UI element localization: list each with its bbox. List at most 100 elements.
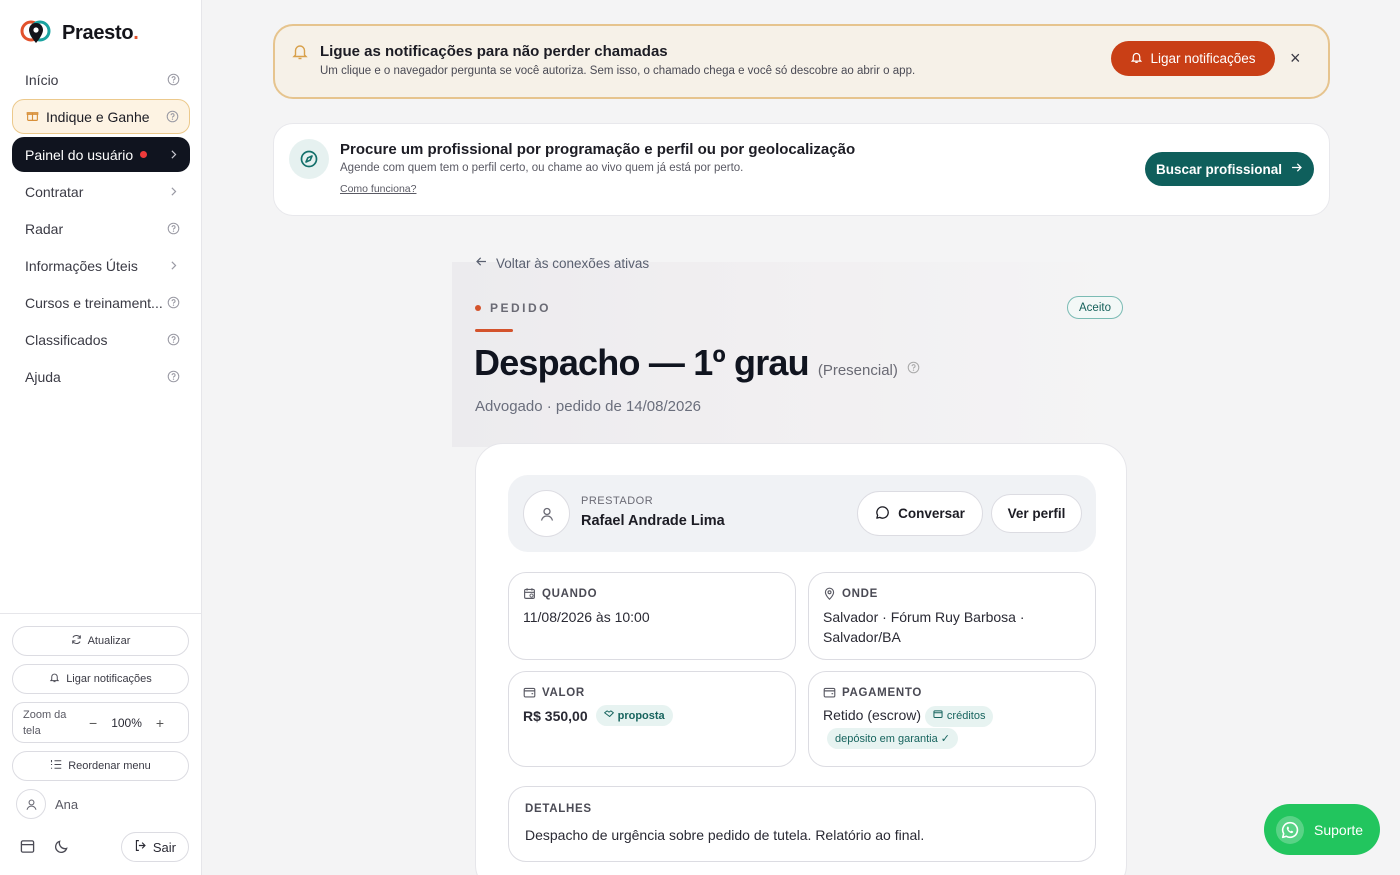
sidebar-item-radar[interactable]: Radar xyxy=(12,211,190,246)
logout-button[interactable]: Sair xyxy=(120,832,189,862)
chat-label: Conversar xyxy=(898,506,965,521)
details-box: DETALHES Despacho de urgência sobre pedi… xyxy=(508,786,1096,862)
sidebar-item-painel-do-usuario[interactable]: Painel do usuário xyxy=(12,137,190,172)
provider-panel: PRESTADOR Rafael Andrade Lima Conversar … xyxy=(508,475,1096,552)
notifications-label: Ligar notificações xyxy=(66,673,152,685)
sidebar-item-contratar[interactable]: Contratar xyxy=(12,174,190,209)
wallet-icon xyxy=(823,686,836,699)
sidebar-item-ajuda[interactable]: Ajuda xyxy=(12,359,190,394)
enable-notifications-label: Ligar notificações xyxy=(1150,51,1256,66)
sidebar-bottom: Atualizar Ligar notificações Zoom da tel… xyxy=(0,613,201,819)
bell-icon xyxy=(292,43,308,65)
sidebar-item-cursos[interactable]: Cursos e treinament... xyxy=(12,285,190,320)
search-banner-text: Agende com quem tem o perfil certo, ou c… xyxy=(340,162,744,174)
refresh-label: Atualizar xyxy=(87,635,131,647)
chat-button[interactable]: Conversar xyxy=(857,491,983,536)
eyebrow-dot xyxy=(475,305,481,311)
credits-tag-label: créditos xyxy=(946,710,986,723)
close-icon[interactable]: × xyxy=(1290,49,1301,67)
where-box: ONDE Salvador · Fórum Ruy Barbosa · Salv… xyxy=(808,572,1096,660)
zoom-out-button[interactable]: − xyxy=(89,715,97,731)
sidebar-item-label: Informações Úteis xyxy=(25,257,138,274)
sidebar-footer: Sair xyxy=(0,830,201,864)
sidebar-item-label: Ajuda xyxy=(25,368,61,385)
support-button[interactable]: Suporte xyxy=(1264,804,1380,855)
zoom-label: Zoom da tela xyxy=(23,708,67,737)
back-link[interactable]: Voltar às conexões ativas xyxy=(475,255,649,271)
chevron-right-icon xyxy=(167,185,180,198)
sidebar-item-label: Classificados xyxy=(25,331,108,348)
arrow-right-icon xyxy=(1290,161,1303,177)
eyebrow-underline xyxy=(475,329,513,332)
sidebar-item-classificados[interactable]: Classificados xyxy=(12,322,190,357)
notification-title: Ligue as notificações para não perder ch… xyxy=(320,43,668,60)
help-icon[interactable] xyxy=(166,110,179,123)
sidebar-nav: Início Indique e Ganhe Painel do usuário… xyxy=(12,62,190,396)
sidebar-item-label: Contratar xyxy=(25,183,84,200)
help-icon[interactable] xyxy=(167,296,180,309)
sidebar-item-inicio[interactable]: Início xyxy=(12,62,190,97)
bell-icon xyxy=(1130,51,1143,67)
whatsapp-icon xyxy=(1276,815,1304,844)
calendar-icon xyxy=(523,587,536,600)
payment-value: Retido (escrow) xyxy=(823,707,922,723)
sidebar-item-indique-e-ganhe[interactable]: Indique e Ganhe xyxy=(12,99,190,134)
zoom-control: Zoom da tela − 100% + xyxy=(12,702,189,743)
provider-name: Rafael Andrade Lima xyxy=(581,513,725,529)
where-value-line1: Salvador · Fórum Ruy Barbosa · xyxy=(823,609,1025,625)
value-label: VALOR xyxy=(542,686,585,699)
sidebar-item-informacoes-uteis[interactable]: Informações Úteis xyxy=(12,248,190,283)
help-icon[interactable] xyxy=(167,222,180,235)
payment-label: PAGAMENTO xyxy=(842,686,922,699)
details-label: DETALHES xyxy=(525,803,592,815)
wallet-icon xyxy=(933,706,943,726)
refresh-icon xyxy=(71,634,82,648)
escrow-tag: depósito em garantia ✓ xyxy=(827,728,959,749)
reorder-menu-button[interactable]: Reordenar menu xyxy=(12,751,189,781)
wallet-icon xyxy=(523,686,536,699)
help-icon[interactable] xyxy=(167,73,180,86)
layout-panel-icon[interactable] xyxy=(20,839,36,855)
status-badge: Aceito xyxy=(1067,296,1123,319)
search-professional-label: Buscar profissional xyxy=(1155,161,1283,177)
praesto-logo-icon xyxy=(20,20,51,43)
how-it-works-link[interactable]: Como funciona? xyxy=(340,183,416,195)
enable-notifications-button[interactable]: Ligar notificações xyxy=(12,664,189,694)
search-banner-title: Procure um profissional por programação … xyxy=(340,141,856,158)
refresh-button[interactable]: Atualizar xyxy=(12,626,189,656)
map-pin-icon xyxy=(823,587,836,600)
help-icon[interactable] xyxy=(167,370,180,383)
help-icon[interactable] xyxy=(167,333,180,346)
gift-icon xyxy=(26,109,39,125)
when-label: QUANDO xyxy=(542,587,598,600)
sidebar-item-label: Indique e Ganhe xyxy=(46,108,150,125)
search-professional-button[interactable]: Buscar profissional xyxy=(1145,152,1314,186)
zoom-in-button[interactable]: + xyxy=(156,715,164,731)
value-amount: R$ 350,00 xyxy=(523,707,588,724)
user-profile[interactable]: Ana xyxy=(16,789,185,819)
brand-logo[interactable]: Praesto. xyxy=(20,19,139,47)
notification-dot xyxy=(140,151,148,158)
details-text: Despacho de urgência sobre pedido de tut… xyxy=(525,827,925,843)
sidebar-item-label: Início xyxy=(25,71,59,88)
chevron-right-icon xyxy=(167,148,180,161)
brand-name: Praesto xyxy=(62,21,134,44)
enable-notifications-cta[interactable]: Ligar notificações xyxy=(1111,41,1275,76)
chevron-right-icon xyxy=(167,259,180,272)
handshake-icon xyxy=(603,706,614,726)
view-profile-button[interactable]: Ver perfil xyxy=(991,494,1082,533)
eyebrow-label: PEDIDO xyxy=(490,301,552,315)
order-title-row: Despacho — 1º grau (Presencial) xyxy=(474,342,920,384)
user-icon xyxy=(16,789,46,819)
help-icon[interactable] xyxy=(907,361,920,374)
where-value-line2: Salvador/BA xyxy=(823,629,901,645)
reorder-label: Reordenar menu xyxy=(68,760,151,772)
user-name: Ana xyxy=(55,796,79,812)
support-label: Suporte xyxy=(1314,821,1364,838)
page-title: Despacho — 1º grau xyxy=(474,342,810,383)
order-eyebrow: PEDIDO xyxy=(475,301,551,315)
proposal-tag: proposta xyxy=(595,705,673,726)
moon-icon[interactable] xyxy=(54,839,70,855)
credits-tag: créditos xyxy=(924,705,994,727)
sidebar-item-label: Cursos e treinament... xyxy=(25,294,163,311)
